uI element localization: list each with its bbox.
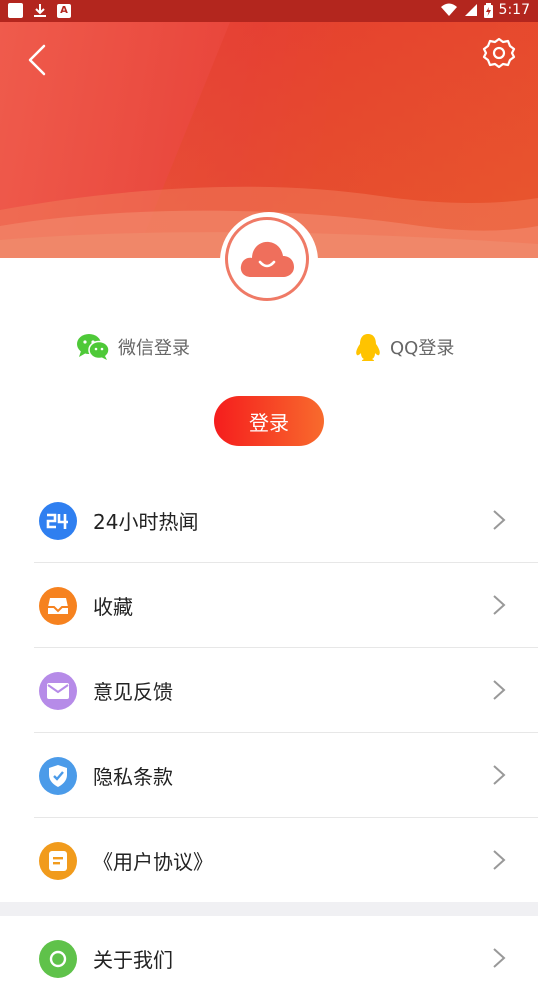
chevron-right-icon — [493, 680, 506, 700]
settings-button[interactable] — [482, 36, 516, 70]
chevron-right-icon — [493, 850, 506, 870]
status-time: 5:17 — [498, 2, 530, 18]
menu-item-feedback[interactable]: 意见反馈 — [0, 648, 538, 733]
shield-check-icon — [39, 757, 77, 795]
menu-item-about-us[interactable]: 关于我们 — [0, 916, 538, 1001]
smiling-cloud-icon — [240, 241, 294, 277]
menu-item-favorites[interactable]: 收藏 — [0, 563, 538, 648]
status-bar: A 5:17 — [0, 0, 538, 22]
qq-login-label: QQ登录 — [390, 338, 455, 359]
menu-item-label: 意见反馈 — [93, 680, 173, 704]
wifi-icon — [440, 3, 457, 16]
24-hours-icon — [39, 502, 77, 540]
signal-icon — [464, 4, 477, 16]
favorites-box-icon — [39, 587, 77, 625]
chevron-right-icon — [493, 765, 506, 785]
avatar-container[interactable] — [220, 212, 318, 310]
about-icon — [39, 940, 77, 978]
menu-item-label: 24小时热闻 — [93, 510, 199, 534]
gear-icon — [482, 37, 516, 69]
battery-icon — [483, 2, 493, 18]
menu-item-privacy[interactable]: 隐私条款 — [0, 733, 538, 818]
chevron-right-icon — [493, 510, 506, 530]
menu-item-label: 关于我们 — [93, 948, 173, 972]
menu-item-label: 《用户协议》 — [93, 850, 213, 874]
wechat-icon — [77, 334, 110, 360]
envelope-icon — [39, 672, 77, 710]
section-separator — [0, 902, 538, 916]
login-button[interactable]: 登录 — [214, 396, 324, 446]
menu-item-label: 隐私条款 — [93, 765, 173, 789]
notification-a-icon: A — [57, 3, 71, 18]
wechat-login[interactable]: 微信登录 — [76, 330, 190, 364]
download-icon — [34, 4, 46, 17]
qq-login[interactable]: QQ登录 — [354, 330, 454, 364]
document-icon — [39, 842, 77, 880]
back-button[interactable] — [22, 42, 54, 78]
notification-square-icon — [8, 3, 23, 18]
back-chevron-icon — [28, 44, 46, 76]
chevron-right-icon — [493, 948, 506, 968]
menu-item-label: 收藏 — [93, 595, 133, 619]
qq-penguin-icon — [356, 334, 380, 361]
menu-item-user-agreement[interactable]: 《用户协议》 — [0, 818, 538, 903]
wechat-login-label: 微信登录 — [118, 338, 190, 359]
menu-item-24h-news[interactable]: 24小时热闻 — [0, 478, 538, 563]
avatar[interactable] — [225, 217, 309, 301]
chevron-right-icon — [493, 595, 506, 615]
menu-list: 24小时热闻 收藏 意见反馈 隐私条款 《用户协议》 — [0, 478, 538, 903]
